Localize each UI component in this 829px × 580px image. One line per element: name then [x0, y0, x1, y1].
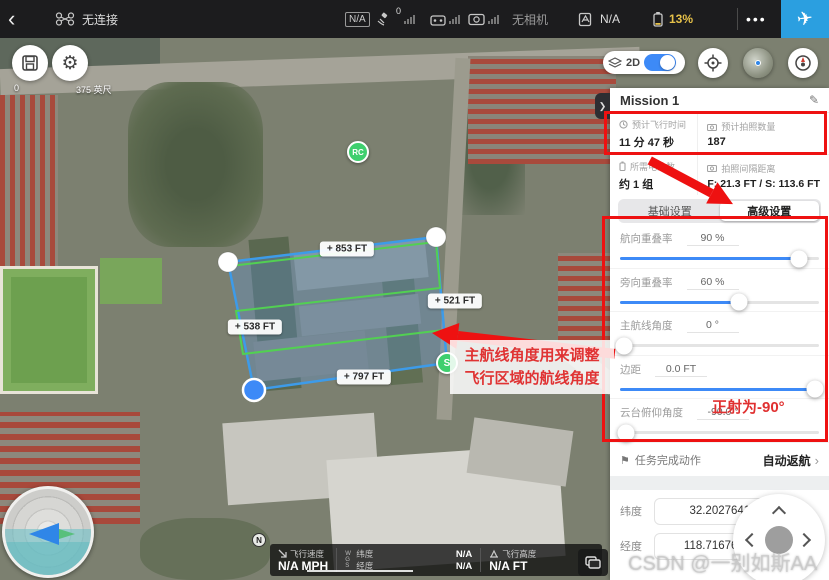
back-chevron-icon: ‹: [8, 6, 15, 32]
flag-icon: ⚑: [620, 454, 630, 467]
satellite-icon: [375, 12, 390, 26]
camera-signal: [468, 0, 499, 38]
save-mission-button[interactable]: [12, 45, 48, 81]
gps-mode-badge: N/A: [345, 0, 370, 38]
annotation-note-box: 主航线角度用来调整 飞行区域的航线角度: [450, 340, 614, 394]
nudge-up-button[interactable]: [772, 505, 786, 519]
satellite-count: 0: [396, 6, 401, 16]
battery-percent: 13%: [669, 12, 693, 26]
remote-controller-icon: [430, 13, 446, 26]
drone-heading-arrow: [29, 523, 59, 545]
gear-icon: ⚙: [61, 52, 78, 75]
mode-2d-label: 2D: [626, 57, 640, 69]
satellite-status: [375, 0, 390, 38]
flight-mode-status: N/A: [578, 0, 620, 38]
toggle-knob: [660, 55, 675, 70]
takeoff-button[interactable]: ✈: [781, 0, 829, 38]
edge-distance-label: + 853 FT: [320, 242, 374, 257]
map-layer-preview-button[interactable]: [743, 48, 773, 78]
map-trees: [140, 518, 270, 580]
back-button[interactable]: ‹: [8, 0, 15, 38]
drone-icon: [55, 12, 75, 26]
compass-heading-tail: [59, 529, 75, 539]
camera-status-text: 无相机: [512, 0, 548, 38]
frames-icon: [585, 556, 601, 569]
flight-compass: [2, 486, 94, 578]
altitude-icon: [489, 549, 499, 558]
map-sports-field: [0, 266, 98, 394]
map-trees: [128, 82, 263, 247]
north-indicator: N: [252, 533, 266, 547]
battery-status: 13%: [652, 0, 693, 38]
compass-horizon: [2, 542, 94, 578]
mission-header: Mission 1 ✎: [610, 88, 829, 113]
photo-icon: [707, 164, 717, 172]
divider: [610, 476, 829, 490]
screenshot-button[interactable]: [578, 549, 608, 576]
edge-distance-label: + 538 FT: [228, 320, 282, 335]
watermark: CSDN @一别如斯AA: [628, 547, 817, 576]
edge-distance-label: + 797 FT: [337, 370, 391, 385]
map-buildings: [0, 95, 58, 267]
aircraft-status[interactable]: 无连接: [55, 0, 118, 38]
map-sports-field: [100, 258, 162, 304]
rc-status: [430, 0, 460, 38]
ellipsis-icon: •••: [746, 11, 767, 27]
status-bar: ‹ 无连接 N/A 0: [0, 0, 829, 38]
battery-icon: [619, 161, 626, 171]
crosshair-icon: [704, 54, 722, 72]
save-icon: [21, 54, 39, 72]
finish-action-row[interactable]: ⚑ 任务完成动作 自动返航 ›: [610, 445, 829, 476]
flight-mode-icon: [578, 12, 594, 27]
map-scale-label: 375 英尺: [76, 83, 112, 96]
annotation-stats-highlight: [604, 111, 827, 155]
airplane-icon: ✈: [796, 7, 815, 32]
map-buildings: [468, 56, 616, 164]
map-scale-bar: [307, 570, 413, 572]
wgs-label: WGS: [345, 551, 353, 569]
locate-me-button[interactable]: [698, 48, 728, 78]
speed-icon: [278, 549, 287, 558]
nudge-left-button[interactable]: [745, 532, 759, 546]
signal-bars: [404, 0, 415, 38]
camera-icon: [468, 13, 485, 26]
edit-mission-icon[interactable]: ✎: [809, 93, 819, 107]
mission-settings-button[interactable]: ⚙: [52, 45, 88, 81]
rc-location-marker[interactable]: RC: [347, 141, 369, 163]
annotation-gimbal-note: 正射为-90°: [712, 396, 785, 417]
edge-distance-label: + 521 FT: [428, 294, 482, 309]
2d-toggle-switch[interactable]: [644, 54, 676, 71]
map-scale-start: 0: [14, 83, 19, 93]
layers-icon: [608, 57, 622, 69]
divider: [737, 8, 738, 30]
more-menu-button[interactable]: •••: [746, 0, 767, 38]
location-dot: [755, 60, 761, 66]
telemetry-altitude: 飞行高度 N/A FT: [481, 544, 544, 576]
compass-icon: [794, 54, 812, 72]
chevron-right-icon: ›: [815, 453, 819, 468]
app-screen: RC S + 853 FT + 521 FT + 538 FT + 797 FT…: [0, 0, 829, 580]
map-mode-toggle[interactable]: 2D: [603, 51, 685, 74]
mission-title: Mission 1: [620, 93, 679, 108]
compass-reset-button[interactable]: [788, 48, 818, 78]
battery-icon: [652, 11, 664, 27]
nudge-right-button[interactable]: [797, 532, 811, 546]
